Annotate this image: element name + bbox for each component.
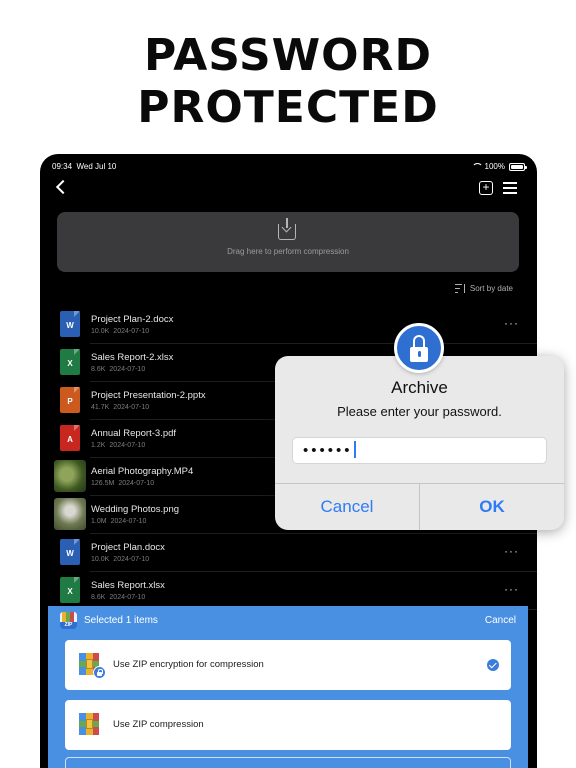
option-card-partial[interactable] bbox=[65, 757, 511, 768]
powerpoint-file-icon: P bbox=[60, 387, 80, 413]
dialog-cancel-button[interactable]: Cancel bbox=[275, 484, 419, 530]
word-file-icon: W bbox=[60, 311, 80, 337]
add-folder-icon[interactable]: + bbox=[479, 181, 493, 195]
dialog-ok-button[interactable]: OK bbox=[420, 484, 564, 530]
list-view-icon[interactable] bbox=[503, 182, 517, 194]
file-date: 2024-07-10 bbox=[113, 328, 150, 335]
drop-zone[interactable]: Drag here to perform compression bbox=[57, 212, 519, 272]
sort-icon bbox=[454, 283, 465, 293]
password-input[interactable]: •••••• bbox=[292, 437, 547, 464]
file-size: 126.5M bbox=[91, 480, 115, 487]
drop-zone-text: Drag here to perform compression bbox=[227, 247, 349, 256]
option-label: Use ZIP compression bbox=[113, 719, 204, 730]
file-date: 2024-07-10 bbox=[109, 442, 146, 449]
headline: PASSWORD PROTECTED bbox=[0, 30, 576, 134]
sort-label: Sort by date bbox=[469, 283, 513, 293]
checkmark-icon bbox=[487, 659, 499, 671]
status-right: 100% bbox=[471, 162, 527, 171]
file-meta: 8.6K 2024-07-10 bbox=[91, 366, 149, 373]
padlock-icon bbox=[394, 323, 444, 373]
file-date: 2024-07-10 bbox=[118, 480, 155, 487]
option-zip-compression[interactable]: Use ZIP compression bbox=[65, 700, 511, 750]
text-caret bbox=[353, 441, 356, 458]
file-row[interactable]: X Sales Report.xlsx 8.6K 2024-07-10 ··· bbox=[40, 572, 537, 610]
file-meta: 126.5M 2024-07-10 bbox=[91, 480, 158, 487]
file-name: Project Presentation-2.pptx bbox=[91, 390, 206, 401]
archive-icon bbox=[79, 713, 99, 735]
video-thumbnail bbox=[54, 460, 86, 492]
download-tray-icon bbox=[278, 218, 296, 240]
file-date: 2024-07-10 bbox=[113, 404, 150, 411]
more-options-icon[interactable]: ··· bbox=[504, 317, 519, 329]
compression-sheet: ZIP Selected 1 items Cancel Use ZIP encr… bbox=[48, 606, 528, 768]
file-date: 2024-07-10 bbox=[109, 366, 146, 373]
excel-file-icon: X bbox=[60, 349, 80, 375]
word-file-icon: W bbox=[60, 539, 80, 565]
file-name: Wedding Photos.png bbox=[91, 504, 180, 515]
file-date: 2024-07-10 bbox=[109, 594, 146, 601]
dialog-title: Archive bbox=[391, 378, 448, 397]
file-name: Sales Report.xlsx bbox=[91, 580, 165, 591]
file-name: Aerial Photography.MP4 bbox=[91, 466, 194, 477]
selection-count: Selected 1 items bbox=[84, 615, 158, 626]
battery-icon bbox=[509, 162, 527, 171]
file-meta: 41.7K 2024-07-10 bbox=[91, 404, 153, 411]
battery-percent: 100% bbox=[484, 162, 505, 171]
file-meta: 1.0M 2024-07-10 bbox=[91, 518, 150, 525]
headline-line-2: PROTECTED bbox=[137, 82, 439, 133]
headline-line-1: PASSWORD bbox=[143, 30, 432, 81]
back-chevron-icon[interactable] bbox=[55, 179, 71, 195]
pdf-file-icon: A bbox=[60, 425, 80, 451]
file-meta: 1.2K 2024-07-10 bbox=[91, 442, 149, 449]
file-meta: 8.6K 2024-07-10 bbox=[91, 594, 149, 601]
dialog-message: Please enter your password. bbox=[337, 404, 502, 419]
password-dialog: Archive Please enter your password. ••••… bbox=[275, 356, 564, 530]
file-name: Sales Report-2.xlsx bbox=[91, 352, 174, 363]
file-name: Annual Report-3.pdf bbox=[91, 428, 177, 439]
file-meta: 10.0K 2024-07-10 bbox=[91, 328, 153, 335]
file-row[interactable]: W Project Plan-2.docx 10.0K 2024-07-10 ··· bbox=[40, 306, 537, 344]
password-value: •••••• bbox=[303, 442, 353, 459]
file-date: 2024-07-10 bbox=[113, 556, 150, 563]
more-options-icon[interactable]: ··· bbox=[504, 583, 519, 595]
file-size: 8.6K bbox=[91, 366, 106, 373]
wifi-icon bbox=[471, 163, 483, 170]
option-zip-encryption[interactable]: Use ZIP encryption for compression bbox=[65, 640, 511, 690]
file-size: 8.6K bbox=[91, 594, 106, 601]
status-time: 09:34 Wed Jul 10 bbox=[52, 162, 117, 171]
file-date: 2024-07-10 bbox=[110, 518, 147, 525]
file-name: Project Plan-2.docx bbox=[91, 314, 174, 325]
more-options-icon[interactable]: ··· bbox=[504, 545, 519, 557]
sheet-header: ZIP Selected 1 items Cancel bbox=[60, 612, 516, 630]
excel-file-icon: X bbox=[60, 577, 80, 603]
status-bar: 09:34 Wed Jul 10 100% bbox=[52, 162, 527, 174]
option-label: Use ZIP encryption for compression bbox=[113, 659, 264, 670]
file-size: 10.0K bbox=[91, 556, 110, 563]
file-size: 41.7K bbox=[91, 404, 110, 411]
sheet-cancel-button[interactable]: Cancel bbox=[485, 615, 516, 626]
lock-badge-icon bbox=[93, 666, 106, 679]
file-size: 10.0K bbox=[91, 328, 110, 335]
file-row[interactable]: W Project Plan.docx 10.0K 2024-07-10 ··· bbox=[40, 534, 537, 572]
zip-icon: ZIP bbox=[60, 612, 77, 629]
file-size: 1.0M bbox=[91, 518, 107, 525]
nav-bar: + bbox=[40, 178, 537, 202]
image-thumbnail bbox=[54, 498, 86, 530]
file-name: Project Plan.docx bbox=[91, 542, 165, 553]
sort-control[interactable]: Sort by date bbox=[454, 282, 513, 294]
file-size: 1.2K bbox=[91, 442, 106, 449]
file-meta: 10.0K 2024-07-10 bbox=[91, 556, 153, 563]
